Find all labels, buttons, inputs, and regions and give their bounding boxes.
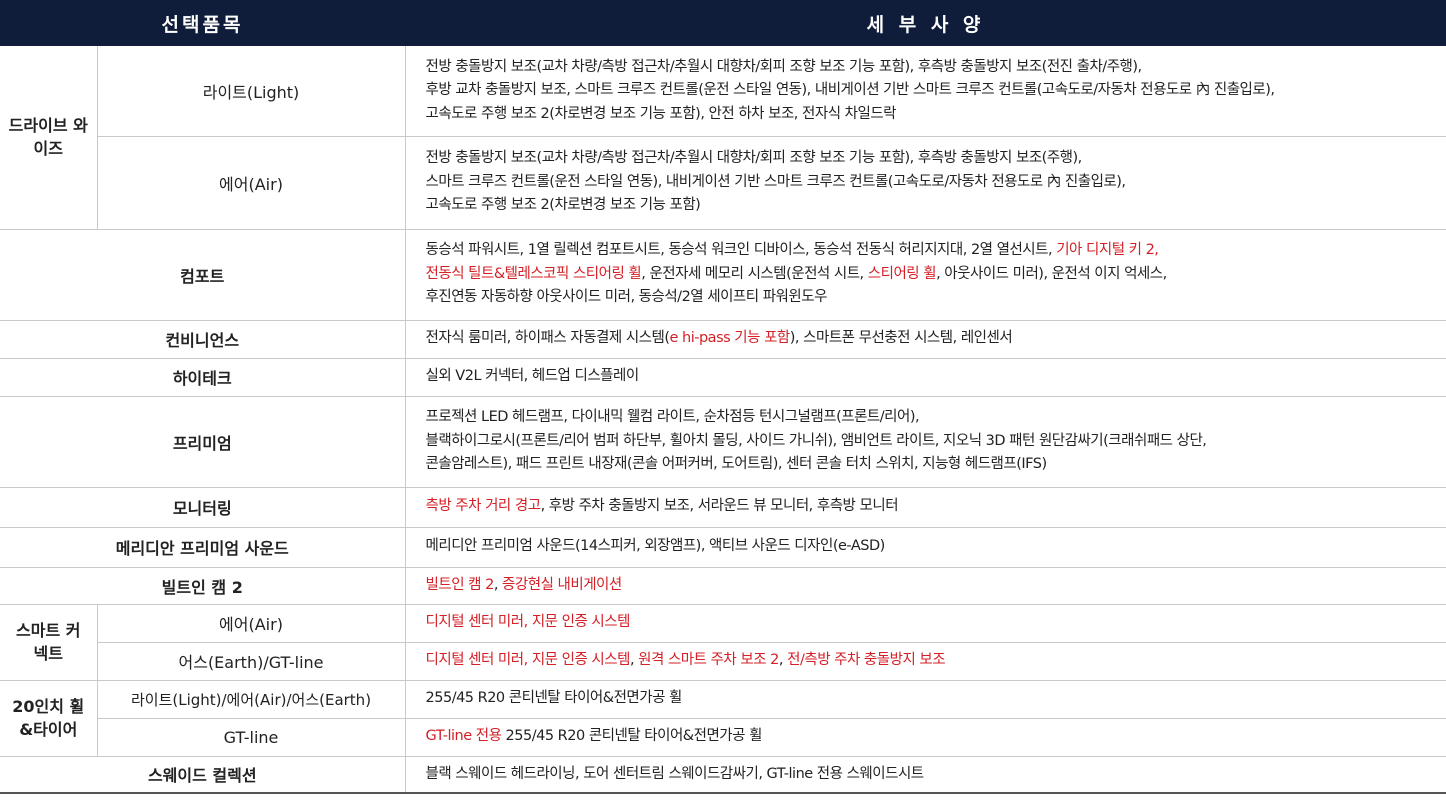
table-row: 드라이브 와이즈 라이트(Light) 전방 충돌방지 보조(교차 차량/측방 …	[0, 46, 1446, 230]
header-details: 세 부 사 양	[405, 0, 1446, 46]
category-wheel: 20인치 휠 &타이어	[0, 680, 98, 757]
header-selected-items: 선택품목	[0, 0, 406, 46]
table-row: 20인치 휠 &타이어 라이트(Light)/에어(Air)/어스(Earth)…	[0, 680, 1446, 757]
smart-connect-earth-detail: 디지털 센터 미러, 지문 인증 시스템, 원격 스마트 주차 보조 2, 전/…	[405, 642, 1446, 681]
detail-text: ,	[493, 576, 503, 593]
table-row: 메리디안 프리미엄 사운드 메리디안 프리미엄 사운드(14스피커, 외장앰프)…	[0, 527, 1446, 568]
detail-line: 후진연동 자동하향 아웃사이드 미러, 동승석/2열 세이프티 파워윈도우	[425, 289, 828, 306]
detail-line: 고속도로 주행 보조 2(차로변경 보조 기능 포함), 안전 하차 보조, 전…	[425, 105, 897, 122]
convenience-detail: 전자식 룸미러, 하이패스 자동결제 시스템(e hi-pass 기능 포함),…	[405, 320, 1446, 359]
highlight-text: 기아 디지털 키 2,	[1056, 242, 1159, 259]
wheel-standard-detail: 255/45 R20 콘티넨탈 타이어&전면가공 휠	[405, 680, 1446, 719]
category-comfort: 컴포트	[0, 229, 406, 321]
highlight-text: GT-line 전용	[425, 728, 502, 745]
table-row: 스웨이드 컬렉션 블랙 스웨이드 헤드라이닝, 도어 센터트림 스웨이드감싸기,…	[0, 756, 1446, 794]
trim-air-label: 에어(Air)	[97, 136, 406, 230]
category-builtin-cam: 빌트인 캠 2	[0, 567, 406, 605]
trim-gt-line-label: GT-line	[97, 718, 406, 757]
table-row: 스마트 커넥트 에어(Air) 디지털 센터 미러, 지문 인증 시스템	[0, 604, 1446, 681]
detail-text: , 운전자세 메모리 시스템(운전석 시트,	[641, 265, 868, 282]
trim-light-air-earth-label: 라이트(Light)/에어(Air)/어스(Earth)	[97, 680, 406, 719]
detail-text: 255/45 R20 콘티넨탈 타이어&전면가공 휠	[501, 728, 763, 745]
detail-line: 블랙하이그로시(프론트/리어 범퍼 하단부, 휠아치 몰딩, 사이드 가니쉬),…	[425, 432, 1207, 449]
category-suede: 스웨이드 컬렉션	[0, 756, 406, 794]
table-row: 에어(Air) 전방 충돌방지 보조(교차 차량/측방 접근차/추월시 대향차/…	[0, 136, 1446, 230]
detail-line: 고속도로 주행 보조 2(차로변경 보조 기능 포함)	[425, 197, 701, 214]
hitech-detail: 실외 V2L 커넥터, 헤드업 디스플레이	[405, 358, 1446, 397]
highlight-text: 측방 주차 거리 경고	[425, 498, 542, 515]
drive-wise-light-detail: 전방 충돌방지 보조(교차 차량/측방 접근차/추월시 대향차/회피 조향 보조…	[405, 46, 1446, 137]
monitoring-detail: 측방 주차 거리 경고, 후방 주차 충돌방지 보조, 서라운드 뷰 모니터, …	[405, 487, 1446, 528]
category-meridian: 메리디안 프리미엄 사운드	[0, 527, 406, 568]
highlight-text: 지문 인증 시스템	[531, 614, 631, 631]
highlight-text: 증강현실 내비게이션	[502, 576, 622, 593]
highlight-text: ,	[523, 652, 532, 669]
detail-text: ,	[629, 652, 639, 669]
table-row: 모니터링 측방 주차 거리 경고, 후방 주차 충돌방지 보조, 서라운드 뷰 …	[0, 487, 1446, 528]
detail-text: ), 스마트폰 무선충전 시스템, 레인센서	[789, 330, 1013, 347]
comfort-detail: 동승석 파워시트, 1열 릴렉션 컴포트시트, 동승석 워크인 디바이스, 동승…	[405, 229, 1446, 321]
highlight-text: 전/측방 주차 충돌방지 보조	[787, 652, 946, 669]
drive-wise-air-detail: 전방 충돌방지 보조(교차 차량/측방 접근차/추월시 대향차/회피 조향 보조…	[405, 136, 1446, 230]
detail-line: 전방 충돌방지 보조(교차 차량/측방 접근차/추월시 대향차/회피 조향 보조…	[425, 58, 1143, 75]
table-row: 프리미엄 프로젝션 LED 헤드램프, 다이내믹 웰컴 라이트, 순차점등 턴시…	[0, 396, 1446, 488]
premium-detail: 프로젝션 LED 헤드램프, 다이내믹 웰컴 라이트, 순차점등 턴시그널램프(…	[405, 396, 1446, 488]
highlight-text: 디지털 센터 미러	[425, 652, 525, 669]
table-row: 컨비니언스 전자식 룸미러, 하이패스 자동결제 시스템(e hi-pass 기…	[0, 320, 1446, 359]
table-row: GT-line GT-line 전용 255/45 R20 콘티넨탈 타이어&전…	[0, 718, 1446, 757]
category-convenience: 컨비니언스	[0, 320, 406, 359]
detail-line: 동승석 파워시트, 1열 릴렉션 컴포트시트, 동승석 워크인 디바이스, 동승…	[426, 239, 1445, 263]
smart-connect-air-detail: 디지털 센터 미러, 지문 인증 시스템	[405, 604, 1446, 643]
detail-line: 전방 충돌방지 보조(교차 차량/측방 접근차/추월시 대향차/회피 조향 보조…	[425, 150, 1083, 167]
detail-text: 전자식 룸미러, 하이패스 자동결제 시스템(	[425, 330, 670, 347]
category-hitech: 하이테크	[0, 358, 406, 397]
highlight-text: 디지털 센터 미러	[425, 614, 525, 631]
highlight-text: e hi-pass 기능 포함	[669, 330, 791, 347]
detail-text: 동승석 파워시트, 1열 릴렉션 컴포트시트, 동승석 워크인 디바이스, 동승…	[425, 242, 1057, 259]
table-row: 컴포트 동승석 파워시트, 1열 릴렉션 컴포트시트, 동승석 워크인 디바이스…	[0, 229, 1446, 321]
trim-air-label: 에어(Air)	[97, 604, 406, 643]
detail-line: 프로젝션 LED 헤드램프, 다이내믹 웰컴 라이트, 순차점등 턴시그널램프(…	[425, 409, 920, 426]
category-premium: 프리미엄	[0, 396, 406, 488]
category-drive-wise: 드라이브 와이즈	[0, 46, 98, 230]
trim-light-label: 라이트(Light)	[97, 46, 406, 137]
highlight-text: 원격 스마트 주차 보조 2	[638, 652, 779, 669]
options-table: 선택품목 세 부 사 양 드라이브 와이즈 라이트(Light) 전방 충돌방지…	[0, 0, 1446, 794]
category-smart-connect: 스마트 커넥트	[0, 604, 98, 681]
meridian-detail: 메리디안 프리미엄 사운드(14스피커, 외장앰프), 액티브 사운드 디자인(…	[405, 527, 1446, 568]
highlight-text: ,	[523, 614, 532, 631]
detail-line: 후방 교차 충돌방지 보조, 스마트 크루즈 컨트롤(운전 스타일 연동), 내…	[425, 82, 1275, 98]
table-row: 하이테크 실외 V2L 커넥터, 헤드업 디스플레이	[0, 358, 1446, 397]
suede-detail: 블랙 스웨이드 헤드라이닝, 도어 센터트림 스웨이드감싸기, GT-line …	[405, 756, 1446, 794]
highlight-text: 전동식 틸트&텔레스코픽 스티어링 휠	[425, 265, 642, 282]
table-row: 어스(Earth)/GT-line 디지털 센터 미러, 지문 인증 시스템, …	[0, 642, 1446, 681]
table-header: 선택품목 세 부 사 양	[0, 0, 1446, 46]
wheel-gt-detail: GT-line 전용 255/45 R20 콘티넨탈 타이어&전면가공 휠	[405, 718, 1446, 757]
highlight-text: 스티어링 휠	[867, 265, 937, 282]
trim-earth-gt-label: 어스(Earth)/GT-line	[97, 642, 406, 681]
category-monitoring: 모니터링	[0, 487, 406, 528]
table-row: 빌트인 캠 2 빌트인 캠 2, 증강현실 내비게이션	[0, 567, 1446, 605]
detail-text: ,	[778, 652, 788, 669]
detail-line: 콘솔암레스트), 패드 프린트 내장재(콘솔 어퍼커버, 도어트림), 센터 콘…	[425, 456, 1048, 473]
builtin-cam-detail: 빌트인 캠 2, 증강현실 내비게이션	[405, 567, 1446, 605]
highlight-text: 빌트인 캠 2	[425, 576, 495, 593]
detail-line: 스마트 크루즈 컨트롤(운전 스타일 연동), 내비게이션 기반 스마트 크루즈…	[425, 173, 1127, 190]
detail-text: , 후방 주차 충돌방지 보조, 서라운드 뷰 모니터, 후측방 모니터	[540, 498, 899, 515]
highlight-text: 지문 인증 시스템	[531, 652, 631, 669]
detail-line: 전동식 틸트&텔레스코픽 스티어링 휠, 운전자세 메모리 시스템(운전석 시트…	[426, 263, 1445, 287]
detail-text: , 아웃사이드 미러), 운전석 이지 억세스,	[936, 265, 1167, 282]
